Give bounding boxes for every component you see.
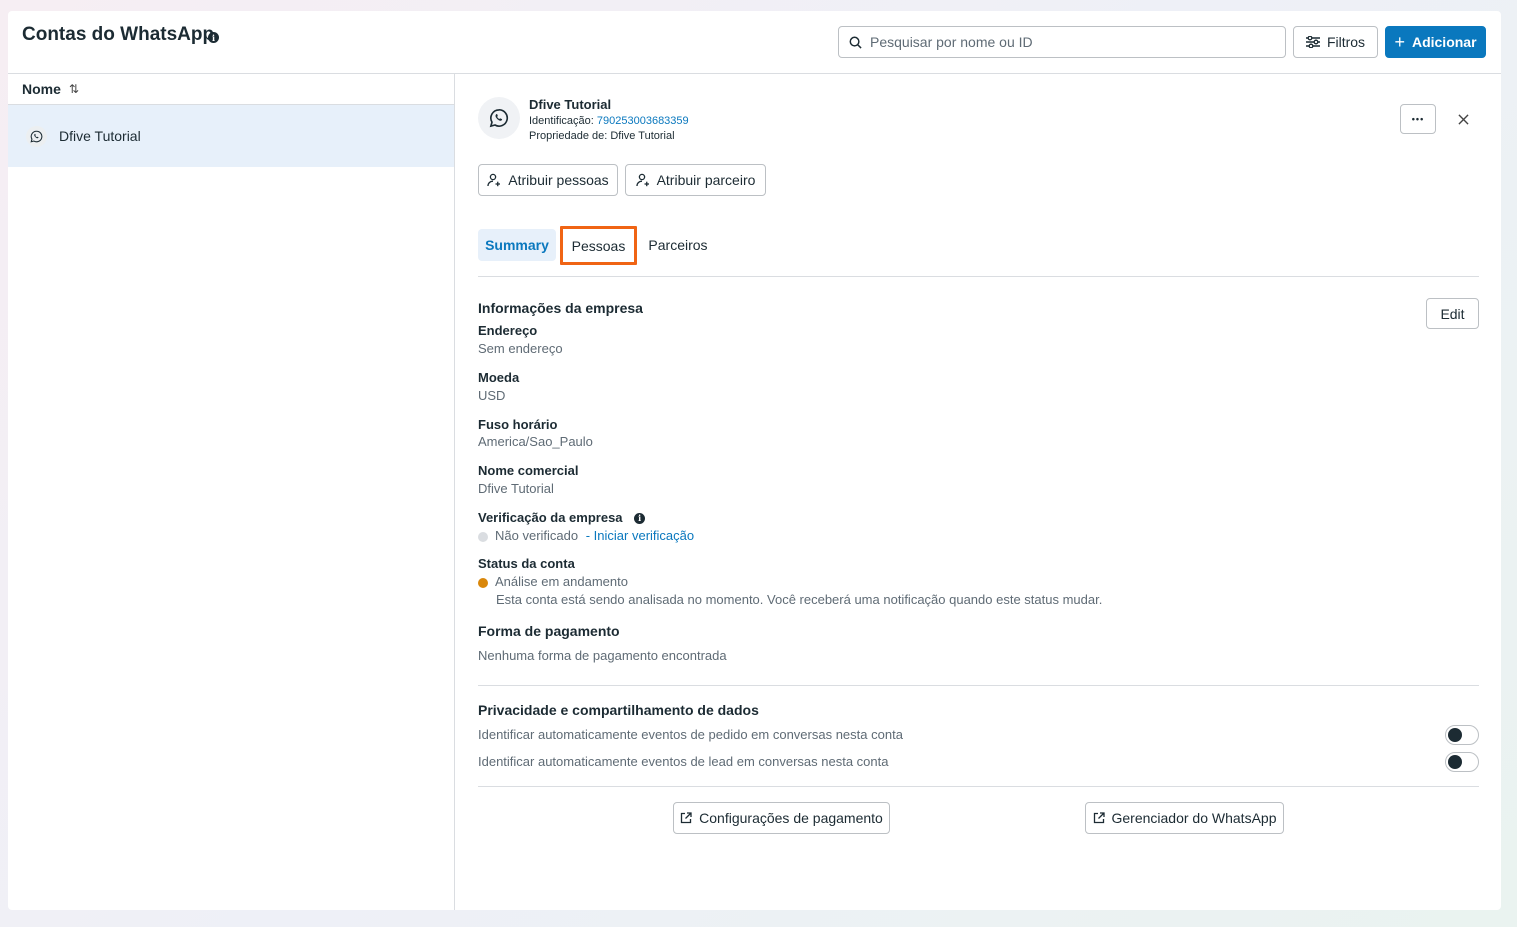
order-events-label: Identificar automaticamente eventos de p… [478, 727, 903, 742]
trade-name-label: Nome comercial [478, 463, 579, 478]
trade-name-value: Dfive Tutorial [478, 481, 554, 496]
company-info-title: Informações da empresa [478, 300, 643, 316]
add-person-icon [635, 173, 649, 187]
close-icon [1457, 113, 1469, 125]
tab-people[interactable]: Pessoas [560, 226, 637, 265]
add-button[interactable]: + Adicionar [1385, 26, 1486, 58]
page-title: Contas do WhatsApp [22, 24, 215, 45]
top-bar: Contas do WhatsApp i Filtros + Adicionar [8, 11, 1501, 74]
lead-events-row: Identificar automaticamente eventos de l… [478, 752, 1479, 772]
sliders-icon [1305, 36, 1320, 48]
info-icon[interactable]: i [634, 512, 646, 524]
timezone-value: America/Sao_Paulo [478, 434, 593, 449]
assign-partner-button[interactable]: Atribuir parceiro [625, 164, 766, 196]
search-input[interactable] [870, 34, 1270, 50]
payment-settings-button[interactable]: Configurações de pagamento [673, 802, 890, 834]
account-name: Dfive Tutorial [529, 97, 612, 112]
assign-people-label: Atribuir pessoas [508, 172, 609, 188]
assign-partner-label: Atribuir parceiro [656, 172, 756, 188]
account-owner: Propriedade de: Dfive Tutorial [529, 130, 675, 142]
account-id-value[interactable]: 790253003683359 [597, 115, 689, 127]
payment-method-value: Nenhuma forma de pagamento encontrada [478, 648, 727, 663]
account-owner-label: Propriedade de: [529, 130, 608, 142]
plus-icon: + [1394, 32, 1405, 52]
account-status-note: Esta conta está sendo analisada no momen… [496, 592, 1103, 607]
currency-value: USD [478, 388, 506, 403]
lead-events-label: Identificar automaticamente eventos de l… [478, 754, 889, 769]
order-events-toggle[interactable] [1445, 725, 1479, 745]
divider [478, 786, 1479, 787]
add-label: Adicionar [1411, 34, 1477, 50]
tab-summary[interactable]: Summary [478, 229, 556, 261]
whatsapp-manager-label: Gerenciador do WhatsApp [1111, 810, 1277, 826]
more-icon: ••• [1411, 114, 1425, 124]
whatsapp-manager-button[interactable]: Gerenciador do WhatsApp [1085, 802, 1284, 834]
status-dot [478, 531, 488, 542]
edit-button[interactable]: Edit [1426, 298, 1479, 329]
address-label: Endereço [478, 323, 538, 338]
close-button[interactable] [1453, 107, 1473, 131]
tab-bar: Summary Pessoas Parceiros [478, 219, 1479, 265]
list-header-name[interactable]: Nome ⇅ [8, 74, 454, 105]
main-card: Contas do WhatsApp i Filtros + Adicionar [8, 11, 1501, 910]
address-value: Sem endereço [478, 341, 563, 356]
more-options-button[interactable]: ••• [1400, 104, 1436, 134]
payment-method-label: Forma de pagamento [478, 623, 620, 639]
account-status-value: Análise em andamento [478, 574, 628, 589]
tab-partners[interactable]: Parceiros [643, 229, 713, 261]
account-status-label: Status da conta [478, 556, 575, 571]
currency-label: Moeda [478, 370, 520, 385]
timezone-label: Fuso horário [478, 417, 558, 432]
add-person-icon [487, 173, 501, 187]
account-id: Identificação: 790253003683359 [529, 115, 689, 127]
filters-label: Filtros [1326, 34, 1366, 50]
list-item-label: Dfive Tutorial [59, 128, 141, 144]
whatsapp-icon [26, 125, 47, 147]
account-status-text: Análise em andamento [495, 574, 628, 589]
assign-people-button[interactable]: Atribuir pessoas [478, 164, 618, 196]
external-link-icon [681, 812, 692, 824]
verification-label-text: Verificação da empresa [478, 510, 623, 525]
sort-icon[interactable]: ⇅ [69, 82, 79, 96]
accounts-list: Nome ⇅ Dfive Tutorial [8, 74, 455, 910]
list-item[interactable]: Dfive Tutorial [8, 105, 454, 167]
pending-status-dot [478, 577, 488, 588]
order-events-row: Identificar automaticamente eventos de p… [478, 725, 1479, 745]
verification-status-text: Não verificado [495, 528, 579, 543]
divider [478, 276, 1479, 277]
search-box[interactable] [838, 26, 1286, 58]
whatsapp-icon [478, 97, 520, 139]
account-detail-panel: Dfive Tutorial Identificação: 7902530036… [478, 74, 1479, 910]
column-header-label: Nome [22, 81, 61, 97]
lead-events-toggle[interactable] [1445, 752, 1479, 772]
account-id-label: Identificação: [529, 115, 594, 127]
start-verification-link[interactable]: - Iniciar verificação [586, 528, 694, 543]
account-owner-value: Dfive Tutorial [610, 130, 675, 142]
filters-button[interactable]: Filtros [1293, 26, 1378, 58]
verification-label: Verificação da empresa i [478, 510, 646, 525]
info-icon[interactable]: i [208, 32, 219, 43]
verification-status: Não verificado - Iniciar verificação [478, 528, 694, 543]
privacy-title: Privacidade e compartilhamento de dados [478, 702, 759, 718]
divider [478, 685, 1479, 686]
search-icon [849, 36, 862, 49]
external-link-icon [1093, 812, 1105, 824]
payment-settings-label: Configurações de pagamento [699, 810, 883, 826]
